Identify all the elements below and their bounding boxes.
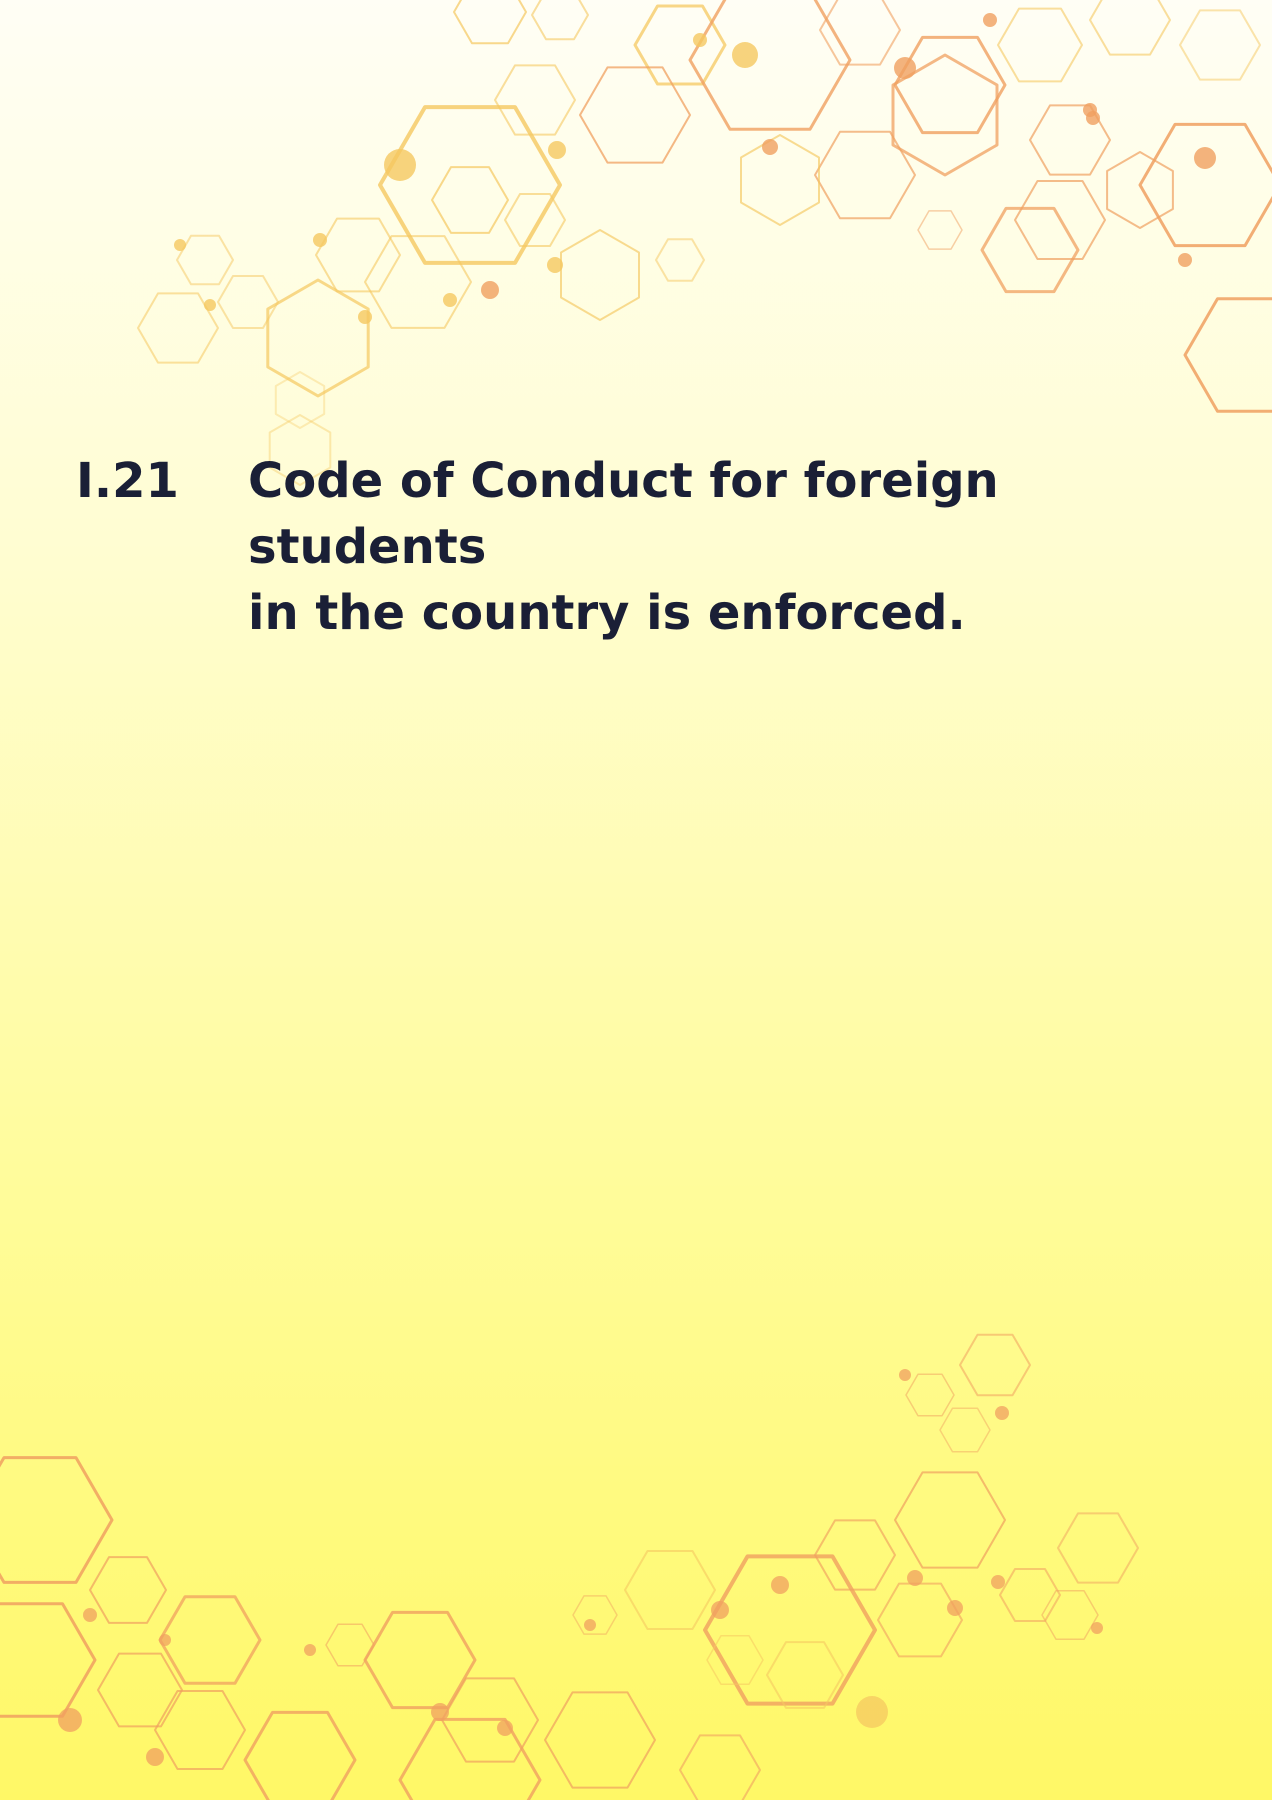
hexagon-shape: [1106, 151, 1174, 229]
node-dot: [762, 139, 778, 155]
node-dot: [204, 299, 216, 311]
hexagon-shape: [431, 166, 509, 234]
node-dot: [313, 233, 327, 247]
node-dot: [58, 1708, 82, 1732]
hexagon-shape: [544, 1691, 656, 1789]
hexagon-shape: [655, 238, 705, 282]
hexagon-shape: [959, 1333, 1031, 1397]
hexagon-shape: [706, 1635, 764, 1685]
hexagon-shape: [97, 1652, 183, 1728]
hexagon-shape: [453, 0, 527, 45]
node-dot: [548, 141, 566, 159]
node-dot: [384, 149, 416, 181]
node-dot: [771, 1576, 789, 1594]
hexagon-shape: [494, 64, 576, 136]
node-dot: [1194, 147, 1216, 169]
hexagon-shape: [939, 1407, 991, 1453]
hexagon-shape: [315, 217, 401, 293]
hexagon-shape: [1057, 1512, 1139, 1584]
node-dot: [174, 239, 186, 251]
node-dot: [547, 257, 563, 273]
node-dot: [856, 1696, 888, 1728]
node-dot: [358, 310, 372, 324]
hexagon-shape: [819, 0, 901, 66]
node-dot: [991, 1575, 1005, 1589]
hexagon-shape: [894, 1471, 1006, 1569]
hexagon-shape: [1179, 9, 1261, 81]
hexagon-shape: [1041, 1590, 1099, 1640]
hexagon-shape: [1089, 0, 1171, 56]
node-dot: [894, 57, 916, 79]
node-dot: [481, 281, 499, 299]
hexagon-shape: [0, 1602, 97, 1718]
node-dot: [159, 1634, 171, 1646]
hexagon-shape: [905, 1373, 955, 1417]
hexagon-shape: [917, 210, 963, 250]
hexagon-shape: [1138, 122, 1272, 248]
node-dot: [899, 1369, 911, 1381]
node-dot: [693, 33, 707, 47]
section-number: I.21: [76, 453, 179, 509]
node-dot: [907, 1570, 923, 1586]
hexagon-shape: [154, 1690, 246, 1770]
hexagon-shape: [999, 1568, 1061, 1622]
hexagon-shape: [740, 134, 820, 226]
hexagon-shape: [703, 1554, 877, 1706]
node-dot: [443, 293, 457, 307]
section-item: I.21 Code of Conduct for foreign student…: [76, 448, 1196, 646]
node-dot: [732, 42, 758, 68]
hexagon-shape: [398, 1717, 542, 1800]
node-dot: [146, 1748, 164, 1766]
hexagon-shape: [531, 0, 589, 41]
hexagon-shape: [0, 1456, 114, 1584]
hexagon-shape: [624, 1550, 716, 1630]
hexagon-shape: [893, 35, 1007, 135]
node-dot: [497, 1720, 513, 1736]
hexagon-shape: [877, 1582, 963, 1658]
hexagon-shape: [579, 66, 691, 164]
hexagon-shape: [243, 1710, 357, 1800]
hexagon-shape: [158, 1595, 262, 1685]
section-text-line-2: in the country is enforced.: [248, 585, 966, 641]
hexagon-shape: [1183, 297, 1272, 413]
hexagon-shape: [572, 1595, 618, 1635]
hexagon-shape: [814, 130, 916, 220]
hexagon-pattern-decoration: [0, 0, 1272, 1800]
node-dot: [1086, 111, 1100, 125]
hexagon-shape: [766, 1641, 844, 1709]
node-dot: [1091, 1622, 1103, 1634]
node-dot: [983, 13, 997, 27]
node-dot: [83, 1608, 97, 1622]
hexagon-shape: [633, 4, 727, 86]
page: { "section": { "number": "I.21", "line1"…: [0, 0, 1272, 1800]
hexagon-shape: [378, 105, 562, 265]
hexagon-shape: [560, 229, 640, 321]
hexagon-shape: [504, 193, 566, 247]
hexagon-shape: [89, 1556, 167, 1624]
hexagon-shape: [274, 371, 326, 429]
node-dot: [711, 1601, 729, 1619]
section-text: Code of Conduct for foreign students in …: [248, 448, 1168, 646]
hexagon-shape: [997, 7, 1083, 83]
hexagon-shape: [266, 278, 370, 398]
node-dot: [995, 1406, 1009, 1420]
hexagon-shape: [980, 206, 1080, 294]
node-dot: [1178, 253, 1192, 267]
node-dot: [304, 1644, 316, 1656]
hexagon-shape: [679, 1734, 761, 1800]
node-dot: [947, 1600, 963, 1616]
node-dot: [431, 1703, 449, 1721]
section-text-line-1: Code of Conduct for foreign students: [248, 453, 999, 575]
node-dot: [584, 1619, 596, 1631]
